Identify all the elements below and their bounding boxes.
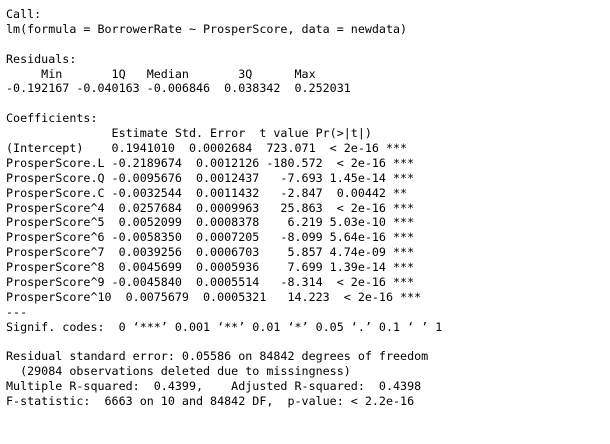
console-line-coefficients-header: Coefficients:: [6, 111, 98, 126]
console-line-coefficients-columns: Estimate Std. Error t value Pr(>|t|): [6, 126, 401, 141]
console-line-coef-l: ProsperScore.L -0.2189674 0.0012126 -180…: [6, 155, 415, 170]
console-line-coef-q: ProsperScore.Q -0.0095676 0.0012437 -7.6…: [6, 170, 415, 185]
console-line-coef-c: ProsperScore.C -0.0032544 0.0011432 -2.8…: [6, 185, 415, 200]
console-line-residuals-header: Residuals:: [6, 51, 77, 66]
console-line-coef-5: ProsperScore^5 0.0052099 0.0008378 6.219…: [6, 215, 415, 230]
console-line-coef-4: ProsperScore^4 0.0257684 0.0009963 25.86…: [6, 200, 415, 215]
console-line-coef-6: ProsperScore^6 -0.0058350 0.0007205 -8.0…: [6, 230, 415, 245]
console-line-coef-9: ProsperScore^9 -0.0045840 0.0005514 -8.3…: [6, 275, 415, 290]
console-line-f-statistic: F-statistic: 6663 on 10 and 84842 DF, p-…: [6, 394, 415, 409]
console-line-missingness: (29084 observations deleted due to missi…: [6, 364, 351, 379]
console-line-signif-codes: Signif. codes: 0 ‘***’ 0.001 ‘**’ 0.01 ‘…: [6, 319, 443, 334]
console-line-r-squared: Multiple R-squared: 0.4399, Adjusted R-s…: [6, 379, 429, 394]
console-line-separator: ---: [6, 304, 28, 319]
console-line-coef-intercept: (Intercept) 0.1941010 0.0002684 723.071 …: [6, 141, 408, 156]
console-line-residuals-values: -0.192167 -0.040163 -0.006846 0.038342 0…: [6, 81, 358, 96]
console-line-formula: lm(formula = BorrowerRate ~ ProsperScore…: [6, 21, 408, 36]
console-line-coef-7: ProsperScore^7 0.0039256 0.0006703 5.857…: [6, 245, 415, 260]
console-line-coef-8: ProsperScore^8 0.0045699 0.0005936 7.699…: [6, 260, 415, 275]
console-line-coef-10: ProsperScore^10 0.0075679 0.0005321 14.2…: [6, 289, 422, 304]
console-line-call-header: Call:: [6, 7, 42, 21]
console-line-residual-se: Residual standard error: 0.05586 on 8484…: [6, 349, 429, 364]
console-line-residuals-columns: Min 1Q Median 3Q Max: [6, 66, 323, 81]
r-console-output: Call: lm(formula = BorrowerRate ~ Prospe…: [6, 7, 606, 437]
